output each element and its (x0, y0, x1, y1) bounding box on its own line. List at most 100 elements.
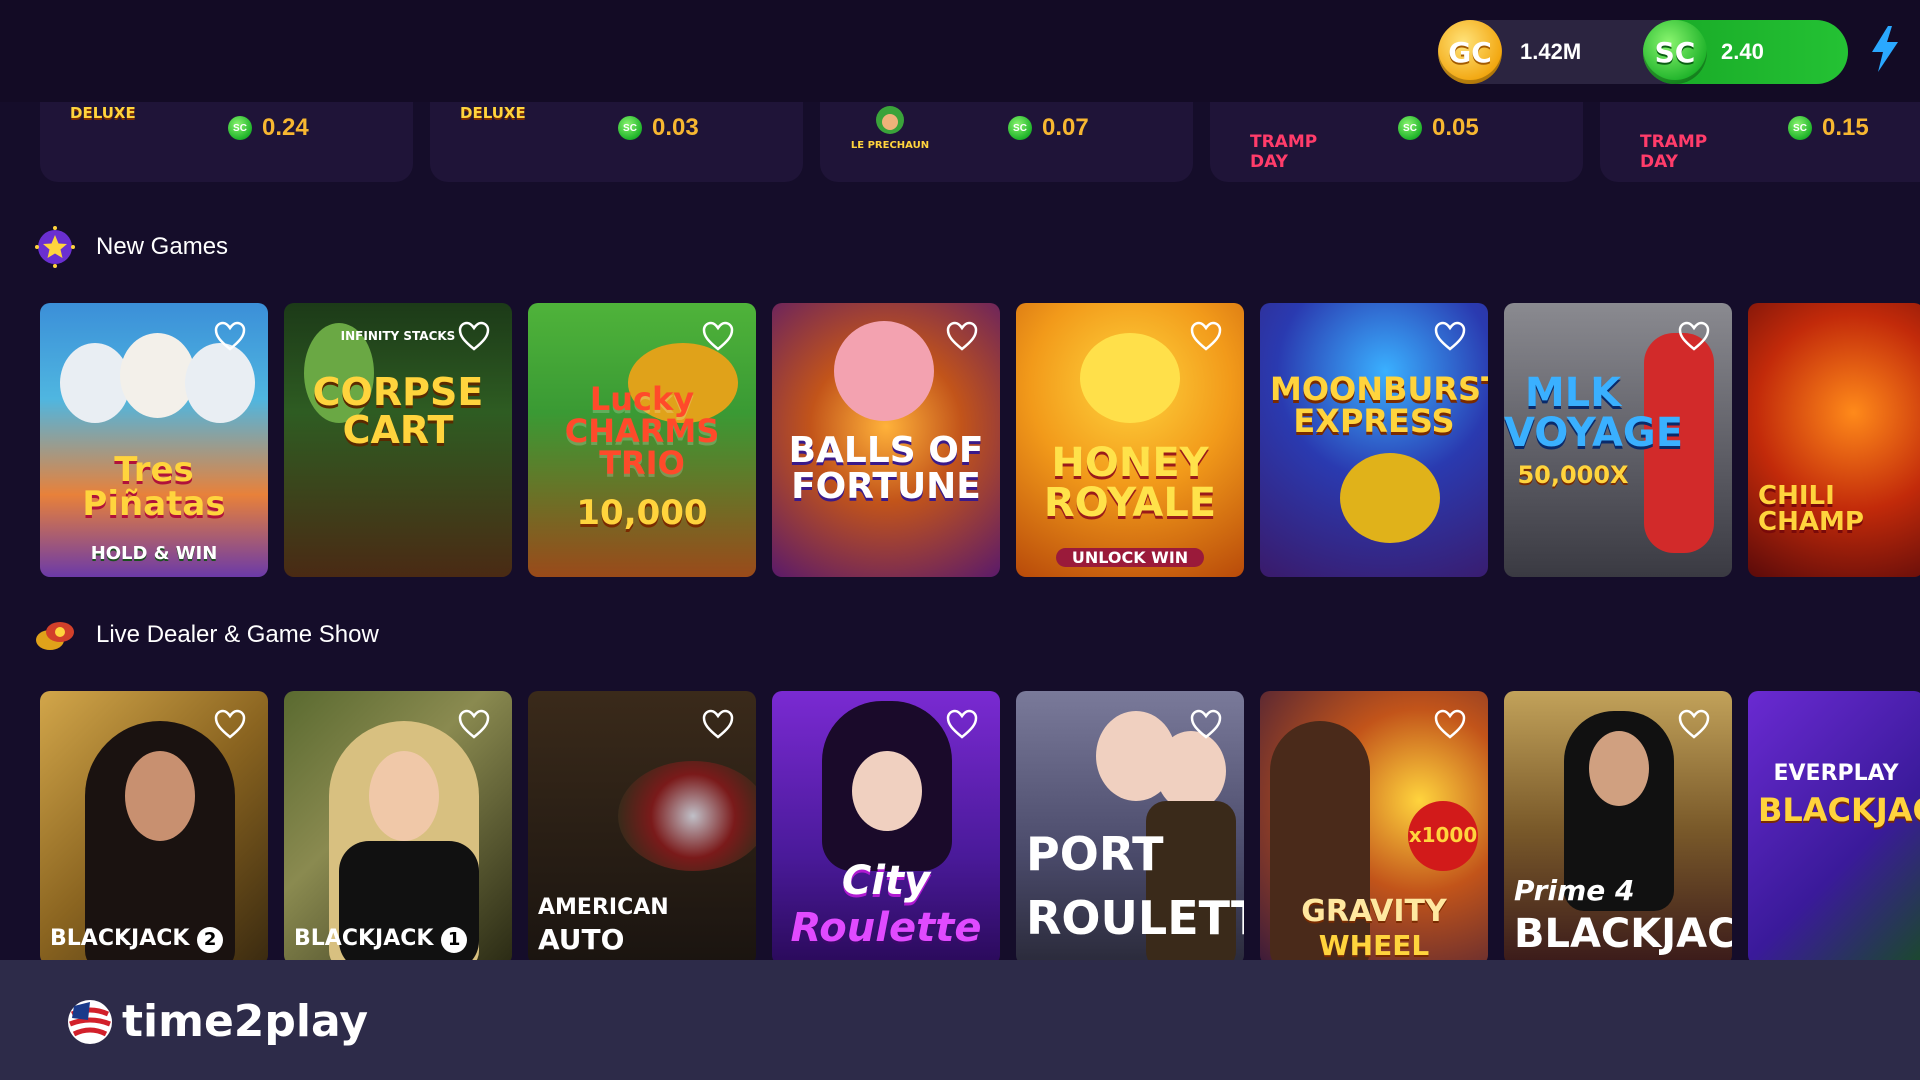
heart-icon[interactable] (1190, 321, 1222, 351)
game-title: EVERPLAY (1773, 761, 1899, 786)
game-card-prev-3[interactable]: LE PRECHAUN SC 0.07 (820, 102, 1193, 182)
game-tile-city-roulette[interactable]: City Roulette (772, 691, 1000, 965)
game-tile-tres-pinatas[interactable]: Tres Piñatas HOLD & WIN (40, 303, 268, 577)
dealer-face (125, 751, 195, 841)
live-dealer-row: BLACKJACK 2 BLACKJACK 1 AMERICAN AUTO RO… (40, 691, 1920, 965)
game-value-number: 0.07 (1042, 114, 1089, 141)
game-subtitle: Roulette (790, 905, 982, 951)
game-logo-text: DELUXE (460, 104, 526, 122)
game-tile-mlk-voyage[interactable]: MLK VOYAGE 50,000X (1504, 303, 1732, 577)
heart-icon[interactable] (702, 709, 734, 739)
sc-coin-icon: SC (1008, 116, 1032, 140)
game-value: SC 0.05 (1398, 114, 1479, 142)
game-logo: DELUXE (70, 102, 170, 160)
heart-icon[interactable] (1434, 321, 1466, 351)
new-games-row: Tres Piñatas HOLD & WIN CORPSE CART INFI… (40, 303, 1920, 577)
game-value-number: 0.03 (652, 114, 699, 141)
game-subtitle: WHEEL (1318, 929, 1430, 962)
game-tile-prime-4-blackjack[interactable]: Prime 4 BLACKJACK (1504, 691, 1732, 965)
game-logo-text: DELUXE (70, 104, 136, 122)
game-card-prev-2[interactable]: DELUXE SC 0.03 (430, 102, 803, 182)
heart-icon[interactable] (702, 321, 734, 351)
gc-balance[interactable]: GC 1.42M (1438, 20, 1638, 84)
bee-figure (1080, 333, 1180, 423)
heart-icon[interactable] (458, 321, 490, 351)
dealer-face (369, 751, 439, 841)
game-subtitle: AUTO ROULETTE (538, 923, 701, 965)
game-subtitle: 50,000X (1517, 461, 1629, 489)
heart-icon[interactable] (458, 709, 490, 739)
game-subtitle: ROULETTE (1026, 891, 1244, 945)
game-subtitle: BLACKJACK (1514, 911, 1732, 957)
gold-pile-figure (1340, 453, 1440, 543)
game-card-prev-1[interactable]: DELUXE SC 0.24 (40, 102, 413, 182)
game-title: CORPSE CART (312, 370, 484, 452)
heart-icon[interactable] (214, 709, 246, 739)
game-tile-balls-of-fortune[interactable]: BALLS OF FORTUNE (772, 303, 1000, 577)
game-subtitle: 10,000 (576, 493, 708, 533)
game-logo: DELUXE (460, 102, 560, 160)
sc-coin-icon: SC (618, 116, 642, 140)
game-card-prev-4[interactable]: TRAMP DAY SC 0.05 (1210, 102, 1583, 182)
heart-icon[interactable] (214, 321, 246, 351)
brand-logo[interactable]: time2play (66, 996, 368, 1047)
game-subtitle: UNLOCK WIN (1056, 548, 1204, 567)
leprechaun-logo-icon: LE PRECHAUN (851, 106, 929, 151)
game-tile-moonburst-express[interactable]: MOONBURST EXPRESS (1260, 303, 1488, 577)
sc-amount: 2.40 (1721, 39, 1764, 64)
game-title: Tres Piñatas (82, 450, 226, 524)
anime-face (852, 751, 922, 831)
game-title: MOONBURST EXPRESS (1270, 370, 1488, 440)
game-tile-gravity-wheel[interactable]: x1000 GRAVITY WHEEL (1260, 691, 1488, 965)
game-value-number: 0.24 (262, 114, 309, 141)
game-tile-chili-champ[interactable]: CHILI CHAMP (1748, 303, 1920, 577)
section-title: New Games (96, 233, 229, 260)
game-tile-lucky-charms-trio[interactable]: Lucky CHARMS TRIO 10,000 (528, 303, 756, 577)
heart-icon[interactable] (946, 709, 978, 739)
game-title: PORT (1026, 827, 1164, 881)
balance-pill[interactable]: GC 1.42M SC 2.40 (1438, 20, 1848, 84)
section-header-new-games: New Games (32, 224, 228, 270)
footer-bar: time2play (0, 960, 1920, 1080)
gc-amount: 1.42M (1520, 39, 1582, 64)
game-tile-port-roulette[interactable]: PORT ROULETTE (1016, 691, 1244, 965)
game-value: SC 0.24 (228, 114, 309, 142)
multiplier-label: x1000 (1408, 823, 1478, 847)
game-tile-blackjack-2[interactable]: BLACKJACK 2 (40, 691, 268, 965)
sc-coin-icon: SC (1398, 116, 1422, 140)
game-title: CHILI CHAMP (1758, 481, 1864, 537)
sc-coin-icon: SC (1788, 116, 1812, 140)
heart-icon[interactable] (1434, 709, 1466, 739)
game-tile-corpse-cart[interactable]: CORPSE CART INFINITY STACKS (284, 303, 512, 577)
game-tile-everplay-blackjack[interactable]: EVERPLAY BLACKJACK (1748, 691, 1920, 965)
gc-coin-icon: GC (1438, 20, 1502, 84)
game-tile-american-auto-roulette[interactable]: AMERICAN AUTO ROULETTE (528, 691, 756, 965)
game-tile-honey-royale[interactable]: HONEY ROYALE UNLOCK WIN (1016, 303, 1244, 577)
chips-icon (36, 622, 74, 650)
game-title: City (841, 858, 931, 904)
heart-icon[interactable] (1678, 709, 1710, 739)
casino-lobby: GC 1.42M SC 2.40 DELUXE SC 0.24 DELUXE S… (0, 0, 1920, 1080)
skull-figure (60, 343, 130, 423)
game-title: Prime 4 (1514, 874, 1635, 907)
lightning-bolt-icon[interactable] (1868, 26, 1902, 72)
game-title: MLK VOYAGE (1504, 370, 1684, 456)
game-logo: LE PRECHAUN (850, 102, 950, 160)
heart-icon[interactable] (1678, 321, 1710, 351)
sc-coin-icon: SC (1643, 20, 1707, 84)
game-logo: TRAMP DAY (1630, 102, 1730, 172)
pig-figure (834, 321, 934, 421)
game-tile-blackjack-1[interactable]: BLACKJACK 1 (284, 691, 512, 965)
game-value: SC 0.03 (618, 114, 699, 142)
star-badge-icon (35, 226, 75, 268)
sc-balance[interactable]: SC 2.40 (1643, 20, 1848, 84)
game-title: BALLS OF FORTUNE (788, 430, 984, 507)
heart-icon[interactable] (1190, 709, 1222, 739)
game-card-prev-5[interactable]: TRAMP DAY SC 0.15 (1600, 102, 1920, 182)
game-value: SC 0.15 (1788, 114, 1869, 142)
heart-icon[interactable] (946, 321, 978, 351)
section-title: Live Dealer & Game Show (96, 621, 379, 648)
us-flag-icon (68, 999, 112, 1044)
skull-figure (185, 343, 255, 423)
sc-coin-icon: SC (228, 116, 252, 140)
